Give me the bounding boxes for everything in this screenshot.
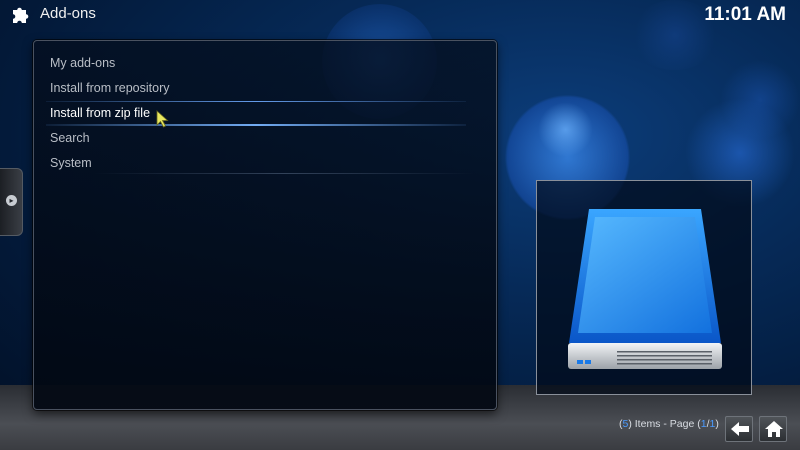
items-page-label: Items - Page [634,418,695,430]
home-icon [765,421,783,437]
page-status: (5) Items - Page (1/1) [619,418,719,430]
menu-item-my-addons[interactable]: My add-ons [34,51,496,76]
back-arrow-icon [731,422,749,436]
side-menu-tab[interactable]: ▸ [0,168,23,236]
back-button[interactable] [725,416,753,442]
menu-item-search[interactable]: Search [34,126,496,151]
preview-panel [536,180,752,395]
hard-drive-icon [568,209,722,369]
total-pages: 1 [709,418,716,430]
clock: 11:01 AM [704,4,786,25]
menu-divider [94,173,474,174]
menu-item-install-from-repository[interactable]: Install from repository [34,76,496,101]
home-button[interactable] [759,416,787,442]
chevron-right-icon: ▸ [6,195,17,206]
addons-list-panel: My add-ons Install from repository Insta… [33,40,497,410]
current-page: 1 [700,418,707,430]
menu-item-install-from-zip-file[interactable]: Install from zip file [34,101,496,126]
background-bokeh [720,60,800,140]
page-title: Add-ons [40,5,96,22]
mouse-cursor-icon [156,110,169,128]
puzzle-piece-icon [13,7,29,23]
addons-menu: My add-ons Install from repository Insta… [34,51,496,176]
item-count: 5 [622,418,629,430]
background-bokeh [538,102,593,157]
